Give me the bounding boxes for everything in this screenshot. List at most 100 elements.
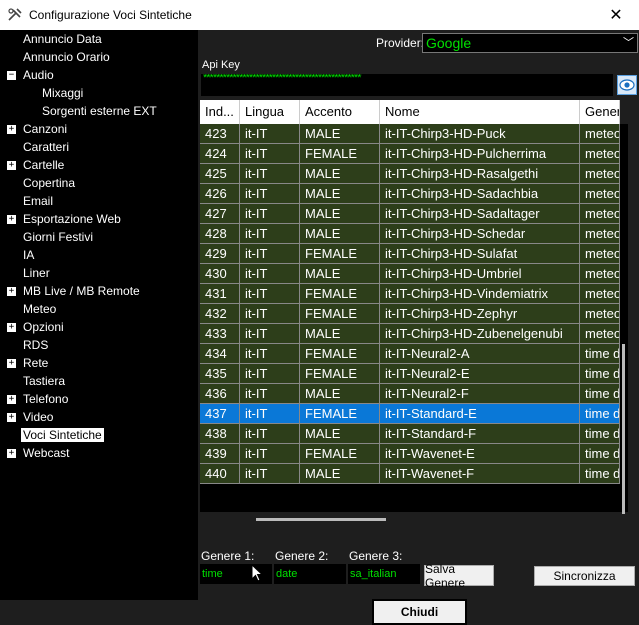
tree-item[interactable]: + Webcast — [7, 445, 70, 462]
chiudi-button[interactable]: Chiudi — [372, 599, 467, 625]
scroll-thumb[interactable] — [622, 344, 625, 514]
tree-item[interactable]: Copertina — [23, 175, 75, 192]
table-cell: FEMALE — [300, 404, 380, 424]
tree-item[interactable]: + Esportazione Web — [7, 211, 121, 228]
expand-icon[interactable]: + — [7, 413, 16, 422]
expand-icon[interactable]: + — [7, 449, 16, 458]
table-cell: 427 — [200, 204, 240, 224]
table-row[interactable]: 427 it-IT MALE it-IT-Chirp3-HD-Sadaltager me… — [200, 204, 620, 224]
vertical-scrollbar[interactable] — [620, 124, 628, 514]
table-cell: it-IT — [240, 144, 300, 164]
expand-icon[interactable]: + — [7, 287, 16, 296]
voices-grid[interactable]: Ind...LinguaAccentoNomeGenere 423it-ITMA… — [200, 100, 620, 512]
tree-item[interactable]: IA — [23, 247, 34, 264]
table-cell: it-IT — [240, 384, 300, 404]
tree-item-label: Telefono — [23, 392, 69, 406]
genere3-field[interactable]: sa_italian — [348, 564, 420, 584]
tree-item-label: Webcast — [23, 446, 70, 460]
expand-icon[interactable]: + — [7, 359, 16, 368]
tree-item-label: Mixaggi — [42, 86, 84, 100]
table-cell: meteo — [580, 204, 620, 224]
table-cell: time d — [580, 384, 620, 404]
horizontal-scrollbar[interactable] — [200, 512, 620, 528]
expand-icon[interactable]: + — [7, 125, 16, 134]
tree-item-label: Rete — [23, 356, 49, 370]
tree-item-label: IA — [23, 248, 35, 262]
tree-item[interactable]: + MB Live / MB Remote — [7, 283, 140, 300]
close-icon[interactable]: ✕ — [593, 0, 639, 30]
table-cell: it-IT — [240, 444, 300, 464]
tree-item[interactable]: + Opzioni — [7, 319, 64, 336]
table-row[interactable]: 440 it-IT MALE it-IT-Wavenet-F time d — [200, 464, 620, 484]
sincronizza-button[interactable]: Sincronizza — [534, 566, 635, 586]
tree-item[interactable]: + Canzoni — [7, 121, 67, 138]
table-cell: meteo — [580, 224, 620, 244]
table-cell: 434 — [200, 344, 240, 364]
tree-item[interactable]: Giorni Festivi — [23, 229, 93, 246]
table-row[interactable]: 425 it-IT MALE it-IT-Chirp3-HD-Rasalgethi me… — [200, 164, 620, 184]
tree-item[interactable]: Sorgenti esterne EXT — [42, 103, 157, 120]
column-header[interactable]: Lingua — [240, 100, 300, 124]
tree-item[interactable]: + Rete — [7, 355, 49, 372]
table-cell: meteo — [580, 164, 620, 184]
tree-item[interactable]: + Cartelle — [7, 157, 64, 174]
table-row[interactable]: 438 it-IT MALE it-IT-Standard-F time d — [200, 424, 620, 444]
tree-item[interactable]: Annuncio Orario — [23, 49, 110, 66]
table-row[interactable]: 424 it-IT FEMALE it-IT-Chirp3-HD-Pulcherrim… — [200, 144, 620, 164]
tree-item[interactable]: Meteo — [23, 301, 56, 318]
table-row[interactable]: 426 it-IT MALE it-IT-Chirp3-HD-Sadachbia met… — [200, 184, 620, 204]
show-key-button[interactable] — [617, 75, 637, 95]
expand-icon[interactable]: + — [7, 161, 16, 170]
settings-tree[interactable]: Annuncio Data Annuncio Orario − Audio Mixagg… — [0, 30, 198, 600]
table-cell: it-IT — [240, 284, 300, 304]
tree-item[interactable]: Caratteri — [23, 139, 69, 156]
tree-item[interactable]: RDS — [23, 337, 48, 354]
expand-icon[interactable]: + — [7, 395, 16, 404]
tree-item[interactable]: Email — [23, 193, 53, 210]
expand-icon[interactable]: + — [7, 215, 16, 224]
mouse-cursor-icon — [251, 564, 263, 582]
table-row[interactable]: 430 it-IT MALE it-IT-Chirp3-HD-Umbriel meteo — [200, 264, 620, 284]
table-row[interactable]: 435 it-IT FEMALE it-IT-Neural2-E time d — [200, 364, 620, 384]
apikey-field[interactable]: ****************************************… — [201, 74, 613, 96]
table-row[interactable]: 423 it-IT MALE it-IT-Chirp3-HD-Puck meteo — [200, 124, 620, 144]
genere2-field[interactable]: date — [274, 564, 346, 584]
table-row[interactable]: 437 it-IT FEMALE it-IT-Standard-E time d — [200, 404, 620, 424]
table-cell: 438 — [200, 424, 240, 444]
table-row[interactable]: 439 it-IT FEMALE it-IT-Wavenet-E time d — [200, 444, 620, 464]
table-cell: MALE — [300, 324, 380, 344]
tree-item[interactable]: Liner — [23, 265, 50, 282]
table-cell: FEMALE — [300, 284, 380, 304]
tree-item-label: MB Live / MB Remote — [23, 284, 140, 298]
table-cell: 424 — [200, 144, 240, 164]
collapse-icon[interactable]: − — [7, 71, 16, 80]
app-icon — [8, 8, 22, 21]
tree-item[interactable]: − Audio — [7, 67, 54, 84]
tree-item[interactable]: + Video — [7, 409, 53, 426]
column-header[interactable]: Accento — [300, 100, 380, 124]
salva-genere-button[interactable]: Salva Genere — [424, 562, 494, 590]
tree-item[interactable]: + Telefono — [7, 391, 69, 408]
table-row[interactable]: 429 it-IT FEMALE it-IT-Chirp3-HD-Sulafat met… — [200, 244, 620, 264]
table-cell: meteo — [580, 124, 620, 144]
tree-item[interactable]: Mixaggi — [42, 85, 83, 102]
table-row[interactable]: 433 it-IT MALE it-IT-Chirp3-HD-Zubenelgenub… — [200, 324, 620, 344]
column-header[interactable]: Nome — [380, 100, 580, 124]
column-header[interactable]: Genere — [580, 100, 620, 124]
table-cell: it-IT — [240, 244, 300, 264]
table-row[interactable]: 432 it-IT FEMALE it-IT-Chirp3-HD-Zephyr mete… — [200, 304, 620, 324]
table-row[interactable]: 436 it-IT MALE it-IT-Neural2-F time d — [200, 384, 620, 404]
table-cell: it-IT — [240, 364, 300, 384]
scroll-thumb[interactable] — [256, 518, 386, 521]
tree-item[interactable]: Voci Sintetiche — [21, 427, 104, 444]
expand-icon[interactable]: + — [7, 323, 16, 332]
table-cell: MALE — [300, 184, 380, 204]
table-row[interactable]: 434 it-IT FEMALE it-IT-Neural2-A time d — [200, 344, 620, 364]
table-row[interactable]: 428 it-IT MALE it-IT-Chirp3-HD-Schedar meteo — [200, 224, 620, 244]
tree-item[interactable]: Tastiera — [23, 373, 65, 390]
tree-item[interactable]: Annuncio Data — [23, 31, 102, 48]
provider-select[interactable]: Google ﹀ — [422, 33, 638, 53]
table-row[interactable]: 431 it-IT FEMALE it-IT-Chirp3-HD-Vindemiatr… — [200, 284, 620, 304]
table-cell: MALE — [300, 464, 380, 484]
column-header[interactable]: Ind... — [200, 100, 240, 124]
